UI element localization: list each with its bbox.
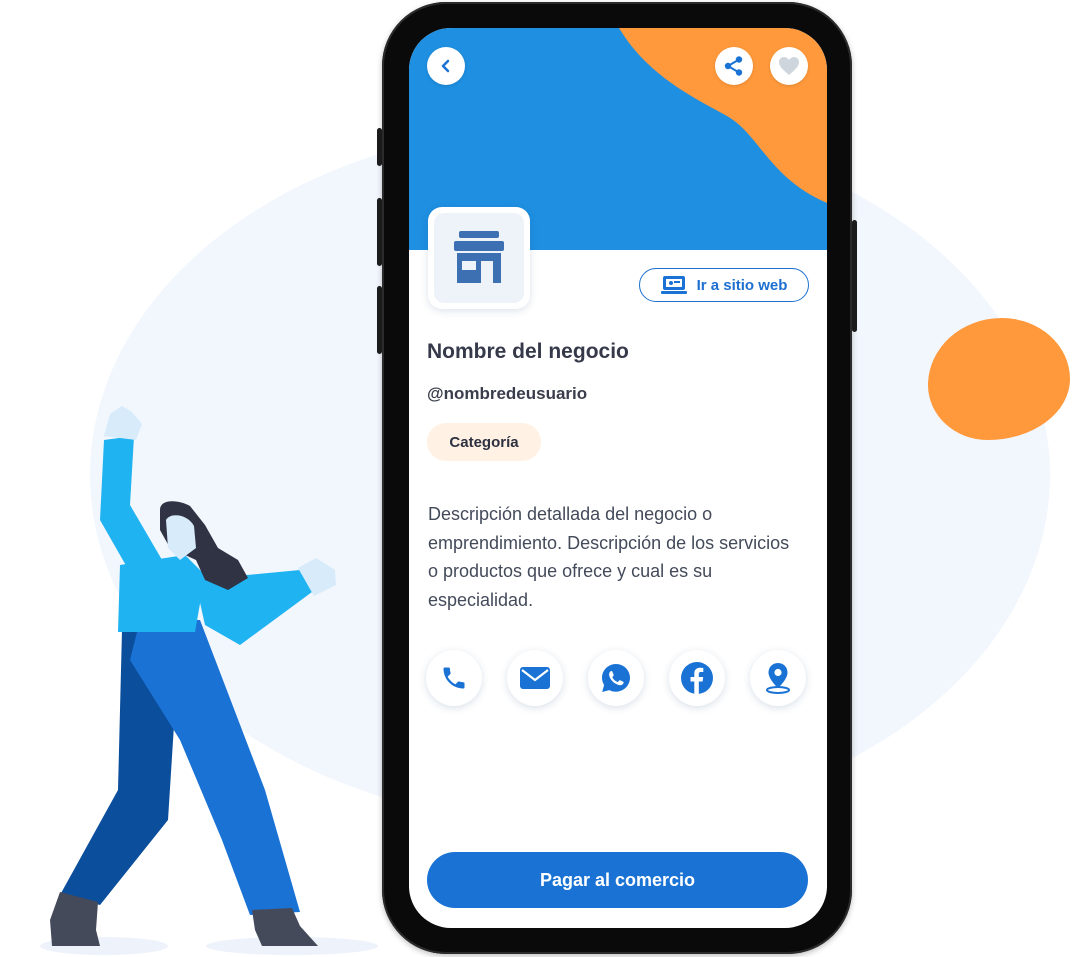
phone-screen: Ir a sitio web Nombre del negocio @nombr… <box>409 28 827 928</box>
location-contact-button[interactable] <box>750 650 806 706</box>
website-button[interactable]: Ir a sitio web <box>639 268 809 302</box>
whatsapp-contact-button[interactable] <box>588 650 644 706</box>
storefront-icon <box>454 231 504 283</box>
back-button[interactable] <box>427 47 465 85</box>
business-username: @nombredeusuario <box>427 384 588 403</box>
facebook-icon <box>681 662 713 694</box>
phone-contact-button[interactable] <box>426 650 482 706</box>
location-pin-icon <box>766 663 790 694</box>
whatsapp-icon <box>602 664 630 692</box>
chevron-left-icon <box>441 59 450 73</box>
website-button-label: Ir a sitio web <box>696 276 788 294</box>
phone-side-button <box>377 198 382 266</box>
pay-merchant-button[interactable]: Pagar al comercio <box>427 852 808 908</box>
phone-icon <box>443 667 465 689</box>
phone-side-button <box>377 128 382 166</box>
phone-side-button <box>377 286 382 354</box>
computer-icon <box>660 276 687 294</box>
phone-side-button <box>852 220 857 332</box>
orange-blob-decoration <box>928 318 1070 440</box>
mail-icon <box>520 667 550 689</box>
heart-icon <box>779 57 799 75</box>
share-icon <box>724 56 743 76</box>
woman-illustration <box>50 406 336 946</box>
share-button[interactable] <box>715 47 753 85</box>
facebook-contact-button[interactable] <box>669 650 725 706</box>
email-contact-button[interactable] <box>507 650 563 706</box>
favorite-button[interactable] <box>770 47 808 85</box>
category-badge: Categoría <box>427 423 541 461</box>
business-description: Descripción detallada del negocio o empr… <box>428 504 790 610</box>
business-name: Nombre del negocio <box>427 340 629 363</box>
business-logo <box>428 207 530 309</box>
